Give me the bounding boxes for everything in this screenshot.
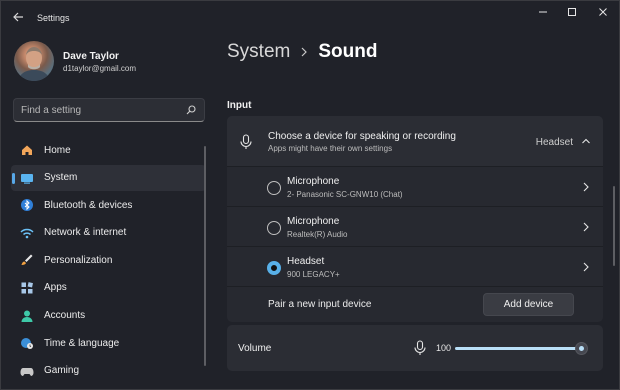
wifi-icon xyxy=(20,226,34,240)
chevron-up-icon[interactable] xyxy=(581,136,591,146)
search-box[interactable] xyxy=(13,98,205,122)
chevron-right-icon[interactable] xyxy=(581,181,591,193)
breadcrumb: System Sound xyxy=(227,41,377,63)
sidebar-item-label: Apps xyxy=(44,282,67,294)
user-name: Dave Taylor xyxy=(63,51,119,62)
search-input[interactable] xyxy=(21,103,181,117)
sidebar-item-home[interactable]: Home xyxy=(11,137,206,163)
microphone-icon[interactable] xyxy=(414,340,426,356)
selected-input-device: Headset xyxy=(535,137,573,148)
microphone-icon xyxy=(240,134,252,150)
page-title: Sound xyxy=(318,41,378,62)
active-indicator xyxy=(12,172,15,184)
bluetooth-icon xyxy=(20,198,34,212)
back-arrow-icon[interactable] xyxy=(11,10,25,24)
main-scrollbar[interactable] xyxy=(613,186,615,266)
device-name: Microphone xyxy=(287,216,340,227)
chevron-right-icon[interactable] xyxy=(581,261,591,273)
app-title: Settings xyxy=(37,13,70,23)
sidebar-item-gaming[interactable]: Gaming xyxy=(11,358,206,384)
sidebar-item-network[interactable]: Network & internet xyxy=(11,220,206,246)
apps-icon xyxy=(20,281,34,295)
sidebar-item-personalization[interactable]: Personalization xyxy=(11,247,206,273)
input-device-header[interactable]: Choose a device for speaking or recordin… xyxy=(227,116,603,166)
person-icon xyxy=(20,309,34,323)
sidebar-nav: Home System Bluetooth & devices Network … xyxy=(11,137,206,385)
sidebar-item-label: System xyxy=(44,172,78,184)
sidebar-item-accounts[interactable]: Accounts xyxy=(11,303,206,329)
maximize-icon[interactable] xyxy=(560,5,584,21)
volume-value: 100 xyxy=(436,343,452,353)
device-detail: Realtek(R) Audio xyxy=(287,230,348,239)
pair-device-row: Pair a new input device Add device xyxy=(227,286,603,322)
sidebar-item-label: Home xyxy=(44,144,71,156)
chevron-right-icon xyxy=(300,45,308,60)
device-radio[interactable] xyxy=(267,221,281,235)
sidebar-item-time-language[interactable]: Time & language xyxy=(11,330,206,356)
sidebar-item-label: Gaming xyxy=(44,365,80,377)
device-detail: 900 LEGACY+ xyxy=(287,270,340,279)
sidebar-item-label: Time & language xyxy=(44,337,120,349)
search-icon[interactable] xyxy=(186,105,196,115)
volume-slider-thumb[interactable] xyxy=(575,342,588,355)
device-name: Microphone xyxy=(287,176,340,187)
volume-slider[interactable] xyxy=(455,342,588,355)
input-device-panel: Choose a device for speaking or recordin… xyxy=(227,116,603,322)
avatar[interactable] xyxy=(14,41,54,81)
home-icon xyxy=(20,143,34,157)
section-heading-input: Input xyxy=(227,100,252,111)
sidebar-item-label: Network & internet xyxy=(44,227,127,239)
minimize-icon[interactable] xyxy=(531,5,555,21)
sidebar-scrollbar[interactable] xyxy=(204,146,206,366)
input-device-title: Choose a device for speaking or recordin… xyxy=(268,131,456,142)
sidebar-item-label: Accounts xyxy=(44,310,86,322)
sidebar-item-label: Personalization xyxy=(44,254,113,266)
sidebar-item-label: Bluetooth & devices xyxy=(44,199,133,211)
device-radio-selected[interactable] xyxy=(267,261,281,275)
device-radio[interactable] xyxy=(267,181,281,195)
chevron-right-icon[interactable] xyxy=(581,221,591,233)
device-row-headset[interactable]: Headset 900 LEGACY+ xyxy=(227,246,603,286)
input-device-subtitle: Apps might have their own settings xyxy=(268,144,393,153)
breadcrumb-parent[interactable]: System xyxy=(227,41,290,63)
volume-row: Volume 100 xyxy=(227,325,603,371)
device-row-microphone-panasonic[interactable]: Microphone 2- Panasonic SC-GNW10 (Chat) xyxy=(227,166,603,206)
volume-slider-track[interactable] xyxy=(455,347,581,350)
device-name: Headset xyxy=(287,256,325,267)
gaming-icon xyxy=(20,364,34,378)
sidebar-item-apps[interactable]: Apps xyxy=(11,275,206,301)
user-email: d1taylor@gmail.com xyxy=(63,64,137,73)
title-bar: Settings xyxy=(1,1,620,33)
sidebar-item-system[interactable]: System xyxy=(11,164,206,191)
add-device-button[interactable]: Add device xyxy=(483,293,574,316)
device-detail: 2- Panasonic SC-GNW10 (Chat) xyxy=(287,190,403,199)
device-row-microphone-realtek[interactable]: Microphone Realtek(R) Audio xyxy=(227,206,603,246)
volume-label: Volume xyxy=(238,343,272,354)
sidebar-item-bluetooth[interactable]: Bluetooth & devices xyxy=(11,192,206,218)
settings-window: Settings Dave Taylor d1taylor@gmail.com xyxy=(0,0,620,390)
pair-device-label: Pair a new input device xyxy=(268,299,372,310)
brush-icon xyxy=(20,253,34,267)
system-icon xyxy=(20,171,34,185)
globe-clock-icon xyxy=(20,336,34,350)
close-icon[interactable] xyxy=(591,5,615,21)
